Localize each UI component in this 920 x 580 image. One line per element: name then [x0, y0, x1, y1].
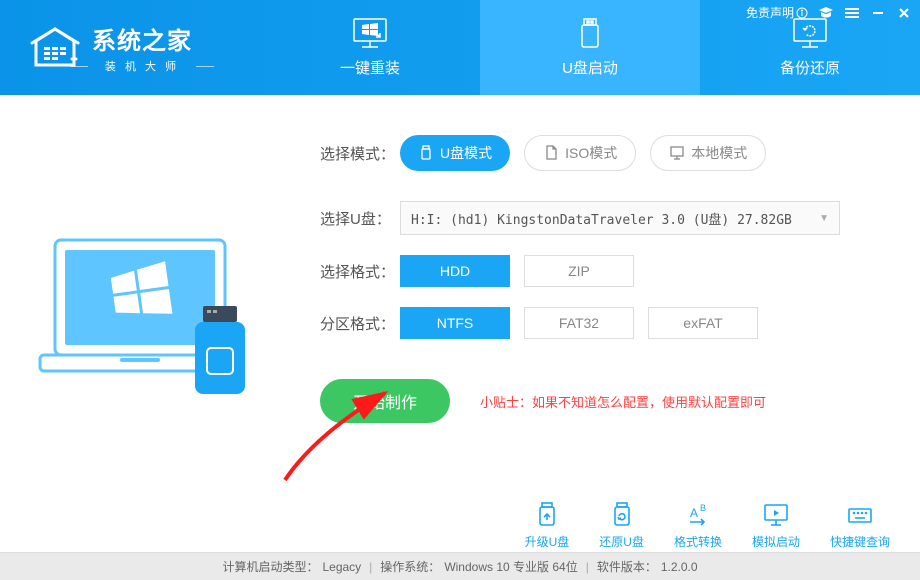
monitor-icon — [669, 145, 685, 161]
format-convert-icon: AB — [684, 501, 712, 529]
tool-format-convert[interactable]: AB 格式转换 — [674, 501, 722, 550]
partition-label: 分区格式： — [320, 313, 400, 334]
partition-option-fat32[interactable]: FAT32 — [524, 307, 634, 339]
tool-upgrade-usb[interactable]: 升级U盘 — [525, 501, 570, 550]
tool-label: 快捷键查询 — [830, 533, 890, 550]
tab-usb-boot[interactable]: U盘启动 — [480, 0, 700, 95]
usb-select-row: 选择U盘： H:I: (hd1) KingstonDataTraveler 3.… — [320, 201, 890, 235]
tool-simulate-boot[interactable]: 模拟启动 — [752, 501, 800, 550]
partition-option-ntfs[interactable]: NTFS — [400, 307, 510, 339]
format-option-hdd[interactable]: HDD — [400, 255, 510, 287]
graduation-icon[interactable] — [818, 5, 834, 21]
mode-btn-label: 本地模式 — [691, 143, 747, 163]
tool-hotkey-query[interactable]: 快捷键查询 — [830, 501, 890, 550]
usb-drive-icon — [572, 17, 608, 51]
tool-label: 还原U盘 — [599, 533, 644, 550]
titlebar: 免责声明 — [746, 4, 912, 21]
monitor-windows-icon — [352, 17, 388, 51]
start-row: 开始制作 小贴士：如果不知道怎么配置，使用默认配置即可 — [320, 379, 890, 423]
tip-body: 如果不知道怎么配置，使用默认配置即可 — [532, 395, 766, 410]
mode-btn-iso[interactable]: ISO模式 — [524, 135, 636, 171]
menu-icon[interactable] — [844, 5, 860, 21]
mode-btn-local[interactable]: 本地模式 — [650, 135, 766, 171]
left-panel — [0, 95, 300, 545]
body: 选择模式： U盘模式 ISO模式 本地模式 选择U盘： H:I: (hd1 — [0, 95, 920, 545]
tool-label: 格式转换 — [674, 533, 722, 550]
tab-label: 一键重装 — [340, 57, 400, 78]
laptop-usb-illustration — [35, 230, 265, 410]
format-row: 选择格式： HDD ZIP — [320, 255, 890, 287]
mode-btn-usb[interactable]: U盘模式 — [400, 135, 510, 171]
info-icon — [796, 7, 808, 19]
svg-text:B: B — [700, 503, 706, 513]
file-icon — [543, 145, 559, 161]
monitor-restore-icon — [792, 17, 828, 51]
usb-icon — [418, 145, 434, 161]
tab-label: 备份还原 — [780, 57, 840, 78]
os-label: 操作系统： — [380, 558, 440, 575]
os-value: Windows 10 专业版 64位 — [444, 558, 577, 575]
usb-select-label: 选择U盘： — [320, 208, 400, 229]
partition-option-exfat[interactable]: exFAT — [648, 307, 758, 339]
mode-btn-label: ISO模式 — [565, 143, 617, 163]
minimize-button[interactable] — [870, 5, 886, 21]
tab-label: U盘启动 — [562, 57, 618, 78]
start-button[interactable]: 开始制作 — [320, 379, 450, 423]
right-panel: 选择模式： U盘模式 ISO模式 本地模式 选择U盘： H:I: (hd1 — [300, 95, 920, 545]
keyboard-icon — [846, 501, 874, 529]
svg-text:A: A — [690, 506, 698, 520]
close-button[interactable] — [896, 5, 912, 21]
usb-select-value: H:I: (hd1) KingstonDataTraveler 3.0 (U盘)… — [411, 209, 792, 228]
tip-prefix: 小贴士： — [480, 395, 532, 410]
tool-label: 升级U盘 — [525, 533, 570, 550]
tab-reinstall[interactable]: 一键重装 — [260, 0, 480, 95]
version-label: 软件版本： — [597, 558, 657, 575]
format-label: 选择格式： — [320, 261, 400, 282]
mode-label: 选择模式： — [320, 143, 400, 164]
monitor-play-icon — [762, 501, 790, 529]
disclaimer-link[interactable]: 免责声明 — [746, 4, 808, 21]
tip-text: 小贴士：如果不知道怎么配置，使用默认配置即可 — [480, 392, 766, 411]
mode-row: 选择模式： U盘模式 ISO模式 本地模式 — [320, 135, 890, 171]
logo-title: 系统之家 — [92, 21, 192, 56]
usb-select-dropdown[interactable]: H:I: (hd1) KingstonDataTraveler 3.0 (U盘)… — [400, 201, 840, 235]
tool-restore-usb[interactable]: 还原U盘 — [599, 501, 644, 550]
logo-subtitle: 装 机 大 师 — [92, 58, 192, 74]
boot-type-label: 计算机启动类型： — [222, 558, 318, 575]
logo-area: 系统之家 装 机 大 师 — [0, 0, 260, 95]
usb-restore-icon — [608, 501, 636, 529]
tool-label: 模拟启动 — [752, 533, 800, 550]
logo-icon — [30, 27, 80, 69]
boot-type-value: Legacy — [322, 560, 361, 574]
bottom-toolbar: 升级U盘 还原U盘 AB 格式转换 模拟启动 快捷键查询 — [525, 501, 890, 550]
format-option-zip[interactable]: ZIP — [524, 255, 634, 287]
version-value: 1.2.0.0 — [661, 560, 698, 574]
chevron-down-icon: ▼ — [819, 213, 829, 224]
disclaimer-label: 免责声明 — [746, 4, 794, 21]
partition-row: 分区格式： NTFS FAT32 exFAT — [320, 307, 890, 339]
mode-btn-label: U盘模式 — [440, 143, 492, 163]
statusbar: 计算机启动类型： Legacy | 操作系统： Windows 10 专业版 6… — [0, 552, 920, 580]
usb-upgrade-icon — [533, 501, 561, 529]
